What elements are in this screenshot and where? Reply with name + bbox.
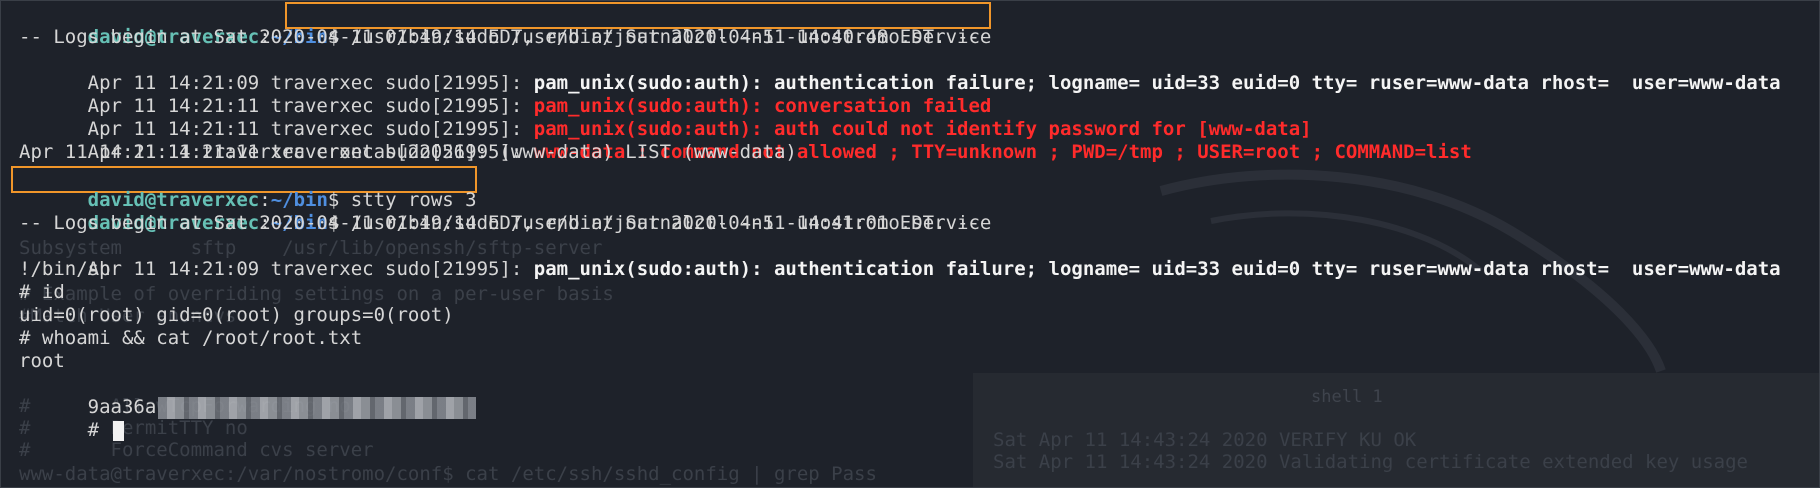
log-message: pam_unix(sudo:auth): authentication fail… — [533, 258, 1781, 280]
log-header: -- Logs begin at Sat 2020-04-11 01:49:14… — [19, 26, 980, 48]
log-prefix: Apr 11 14:21:09 traverxec sudo[21995]: — [87, 258, 534, 280]
root-prompt: # — [87, 419, 111, 441]
redacted-flag-blur — [158, 396, 477, 419]
log-line: Apr 11 14:21:09 traverxec sudo[21995]: p… — [19, 235, 1781, 280]
log-line: Apr 11 14:21:09 traverxec sudo[21995]: p… — [19, 49, 1781, 94]
ghost-line: www-data@traverxec:/var/nostromo/conf$ c… — [19, 463, 877, 485]
shell-escape-line: !/bin/sh — [19, 258, 111, 280]
prompt-line: david@traverxec:~/bin$ /usr/bin/sudo /us… — [19, 3, 992, 48]
root-command-line: # id — [19, 281, 65, 303]
prompt-line: david@traverxec:~/bin$ /usr/bin/sudo /us… — [19, 189, 992, 234]
log-line: Apr 11 14:21:11 traverxec sudo[21995]: w… — [19, 118, 1472, 163]
log-line: Apr 11 14:21:11 traverxec crontab[22056]… — [19, 141, 797, 163]
prompt-line: david@traverxec:~/bin$ stty rows 3 — [19, 166, 477, 211]
ghost-tab-label: shell 1 — [1311, 387, 1383, 407]
root-command-line: # whoami && cat /root/root.txt — [19, 327, 363, 349]
flag-line: 9aa36a — [19, 373, 477, 419]
ghost-line: # Example of overriding settings on a pe… — [19, 283, 614, 305]
background-window-panel — [973, 373, 1819, 487]
ghost-line: Sat Apr 11 14:43:24 2020 Validating cert… — [993, 451, 1748, 473]
terminal-cursor[interactable] — [112, 420, 124, 441]
id-output-line: uid=0(root) gid=0(root) groups=0(root) — [19, 304, 454, 326]
whoami-output-line: root — [19, 350, 65, 372]
terminal-window[interactable]: Subsystem sftp /usr/lib/openssh/sftp-ser… — [0, 0, 1820, 488]
log-line: Apr 11 14:21:11 traverxec sudo[21995]: p… — [19, 72, 992, 117]
ghost-line: Sat Apr 11 14:43:24 2020 VERIFY KU OK — [993, 429, 1417, 451]
log-header: -- Logs begin at Sat 2020-04-11 01:49:14… — [19, 212, 980, 234]
log-line: Apr 11 14:21:11 traverxec sudo[21995]: p… — [19, 95, 1312, 140]
input-line[interactable]: # — [19, 396, 124, 441]
ghost-line: # ForceCommand cvs server — [19, 439, 374, 461]
